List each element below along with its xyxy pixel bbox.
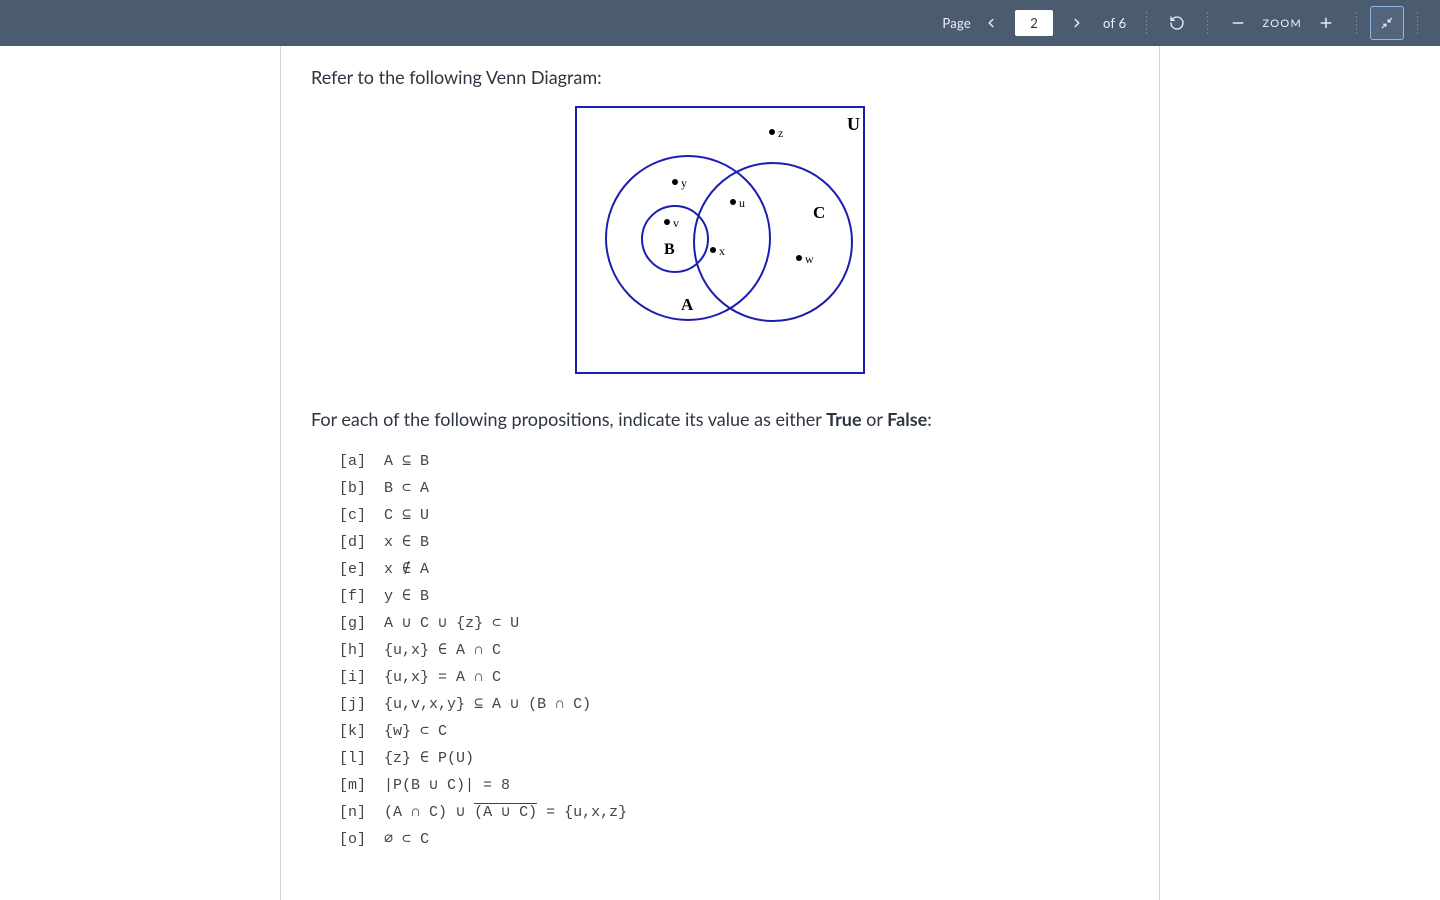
- instruction-text: For each of the following propositions, …: [311, 408, 1129, 430]
- zoom-in-button[interactable]: [1310, 7, 1342, 39]
- reload-button[interactable]: [1161, 7, 1193, 39]
- proposition-row: [m] |P(B ∪ C)| = 8: [339, 772, 1129, 799]
- proposition-row: [n] (A ∩ C) ∪ (A ∪ C) = {u,x,z}: [339, 799, 1129, 826]
- pdf-toolbar: Page of 6 ZOOM: [0, 0, 1440, 46]
- proposition-row: [d] x ∈ B: [339, 529, 1129, 556]
- venn-point-u: u: [739, 196, 745, 210]
- proposition-row: [o] ∅ ⊂ C: [339, 826, 1129, 853]
- next-page-button[interactable]: [1061, 7, 1093, 39]
- venn-point-z: z: [778, 126, 783, 140]
- document-page: Refer to the following Venn Diagram: U C…: [280, 46, 1160, 900]
- zoom-label: ZOOM: [1262, 17, 1302, 30]
- collapse-button[interactable]: [1371, 7, 1403, 39]
- proposition-row: [g] A ∪ C ∪ {z} ⊂ U: [339, 610, 1129, 637]
- instruction-false: False: [887, 408, 927, 430]
- instruction-true: True: [826, 408, 861, 430]
- toolbar-separator: [1417, 10, 1418, 36]
- page-label: Page: [942, 15, 971, 31]
- venn-point-x: x: [719, 244, 725, 258]
- venn-diagram: U C B A z y u v x w: [311, 106, 1129, 374]
- toolbar-separator: [1207, 10, 1208, 36]
- venn-point-v: v: [673, 216, 679, 230]
- proposition-row: [l] {z} ∈ P(U): [339, 745, 1129, 772]
- proposition-row: [b] B ⊂ A: [339, 475, 1129, 502]
- instruction-colon: :: [927, 408, 932, 430]
- proposition-row: [a] A ⊆ B: [339, 448, 1129, 475]
- prev-page-button[interactable]: [975, 7, 1007, 39]
- venn-label-U: U: [847, 114, 860, 134]
- proposition-row: [j] {u,v,x,y} ⊆ A ∪ (B ∩ C): [339, 691, 1129, 718]
- page-total-label: of 6: [1103, 15, 1126, 31]
- document-viewer: Refer to the following Venn Diagram: U C…: [0, 46, 1440, 900]
- instruction-pre: For each of the following propositions, …: [311, 408, 826, 430]
- page-number-input[interactable]: [1015, 10, 1053, 36]
- proposition-row: [h] {u,x} ∈ A ∩ C: [339, 637, 1129, 664]
- venn-label-C: C: [813, 203, 825, 222]
- proposition-row: [f] y ∈ B: [339, 583, 1129, 610]
- proposition-row: [c] C ⊆ U: [339, 502, 1129, 529]
- proposition-row: [e] x ∉ A: [339, 556, 1129, 583]
- proposition-row: [i] {u,x} = A ∩ C: [339, 664, 1129, 691]
- toolbar-separator: [1356, 10, 1357, 36]
- proposition-row: [k] {w} ⊂ C: [339, 718, 1129, 745]
- instruction-or: or: [862, 408, 888, 430]
- venn-point-w: w: [805, 252, 814, 266]
- venn-prompt: Refer to the following Venn Diagram:: [311, 66, 1129, 88]
- venn-label-A: A: [681, 295, 694, 314]
- venn-label-B: B: [664, 241, 675, 258]
- toolbar-separator: [1146, 10, 1147, 36]
- venn-point-y: y: [681, 176, 687, 190]
- zoom-out-button[interactable]: [1222, 7, 1254, 39]
- proposition-list: [a] A ⊆ B[b] B ⊂ A[c] C ⊆ U[d] x ∈ B[e] …: [339, 448, 1129, 853]
